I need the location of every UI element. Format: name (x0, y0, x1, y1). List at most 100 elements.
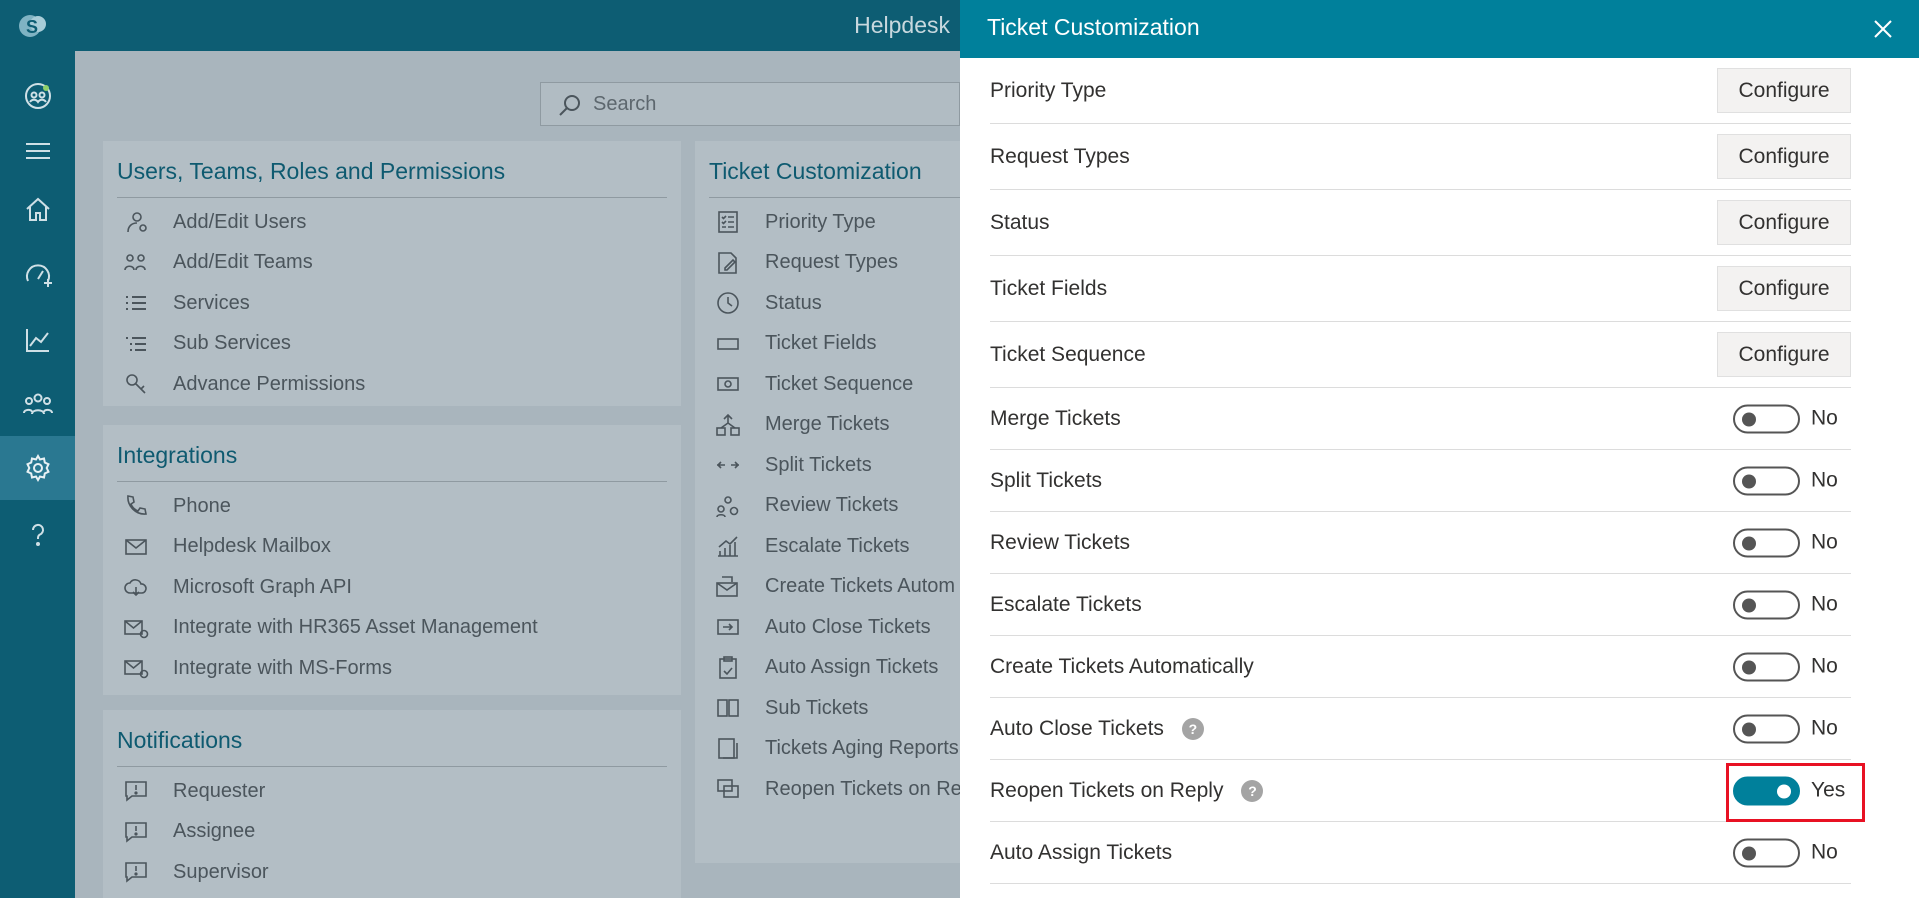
toggle-switch[interactable] (1733, 652, 1800, 681)
setting-row-ticket-sequence: Ticket Sequence Configure (990, 322, 1851, 388)
help-question-icon[interactable] (0, 503, 75, 567)
list-item[interactable]: Ticket Sequence (695, 364, 960, 405)
toggle-switch[interactable] (1733, 838, 1800, 867)
list-item[interactable]: Reopen Tickets on Re (695, 769, 960, 810)
setting-label: Auto Close Tickets? (990, 717, 1204, 741)
toggle-switch[interactable] (1733, 404, 1800, 433)
list-item[interactable]: Auto Assign Tickets (695, 648, 960, 689)
menu-hamburger-icon[interactable] (0, 119, 75, 183)
list-item[interactable]: Merge Tickets (695, 405, 960, 446)
setting-row-status: Status Configure (990, 190, 1851, 256)
list-item[interactable]: Supervisor (103, 852, 681, 893)
split-icon (716, 461, 740, 469)
section-integrations: Integrations Phone Helpdesk Mailbox Micr… (103, 425, 681, 695)
sublist-icon (126, 336, 146, 351)
toggle-knob (1742, 474, 1756, 488)
setting-label: Ticket Sequence (990, 342, 1146, 366)
divider (709, 197, 960, 198)
configure-button[interactable]: Configure (1717, 68, 1851, 113)
user-icon (127, 212, 147, 233)
toggle-knob (1742, 412, 1756, 426)
list-item[interactable]: Microsoft Graph API (103, 567, 681, 608)
list-item[interactable]: Ticket Fields (695, 324, 960, 365)
section-title: Users, Teams, Roles and Permissions (117, 158, 506, 184)
top-bar: Helpdesk (75, 0, 960, 51)
toggle-state-text: No (1811, 654, 1838, 678)
setting-label: Review Tickets (990, 530, 1131, 554)
exit-icon (717, 619, 739, 636)
configure-button[interactable]: Configure (1717, 266, 1851, 311)
toggle-switch[interactable] (1733, 466, 1800, 495)
list-item[interactable]: Escalate Tickets (695, 526, 960, 567)
setting-row-create-tickets-automatically: Create Tickets Automatically No (990, 636, 1851, 698)
toggle-control: No (1733, 404, 1851, 433)
mail-sync-icon (124, 619, 149, 639)
setting-label: Create Tickets Automatically (990, 654, 1254, 678)
chart-icon[interactable] (0, 308, 75, 372)
configure-button[interactable]: Configure (1717, 134, 1851, 179)
list-item[interactable]: Status (695, 283, 960, 324)
toggle-state-text: No (1811, 530, 1838, 554)
list-item[interactable]: Create Tickets Autom (695, 567, 960, 608)
search-input[interactable] (593, 91, 933, 117)
divider (117, 766, 667, 767)
list-item[interactable]: Add/Edit Users (103, 202, 681, 243)
list-item[interactable]: Split Tickets (695, 445, 960, 486)
section-title: Ticket Customization (709, 158, 922, 184)
list-item[interactable]: Request Types (695, 243, 960, 284)
list-item[interactable]: Helpdesk Mailbox (103, 527, 681, 568)
close-icon[interactable] (1869, 15, 1897, 43)
section-notifications: Notifications Requester Assignee Supervi… (103, 710, 681, 898)
list-item[interactable]: Integrate with HR365 Asset Management (103, 608, 681, 649)
toggle-switch[interactable] (1733, 714, 1800, 743)
search-box[interactable] (540, 82, 960, 126)
list-item[interactable]: Tickets Aging Reports (695, 729, 960, 770)
help-info-icon[interactable]: ? (1241, 779, 1264, 802)
toggle-knob (1742, 598, 1756, 612)
list-item[interactable]: Services (103, 283, 681, 324)
configure-button[interactable]: Configure (1717, 332, 1851, 377)
setting-row-review-tickets: Review Tickets No (990, 512, 1851, 574)
search-icon (559, 95, 580, 116)
list-item[interactable]: Integrate with MS-Forms (103, 648, 681, 689)
setting-label: Escalate Tickets (990, 592, 1142, 616)
toggle-state-text: No (1811, 592, 1838, 616)
teams-icon[interactable] (0, 372, 75, 436)
settings-overlay-background: Users, Teams, Roles and Permissions Add/… (75, 51, 960, 898)
list-item[interactable]: Review Tickets (695, 486, 960, 527)
gauge-add-icon[interactable] (0, 243, 75, 307)
merge-icon (716, 413, 740, 436)
field-icon (717, 337, 739, 350)
list-item[interactable]: Sub Services (103, 324, 681, 365)
clipboard-icon (719, 655, 737, 679)
cloud-icon (124, 579, 147, 597)
list-item[interactable]: Sub Tickets (695, 688, 960, 729)
mail-create-icon (716, 575, 738, 597)
list-item[interactable]: Advance Permissions (103, 364, 681, 405)
list-item[interactable]: Priority Type (695, 202, 960, 243)
toggle-switch[interactable] (1733, 528, 1800, 557)
setting-row-reopen-tickets-on-reply: Reopen Tickets on Reply? Yes (990, 760, 1865, 822)
help-info-icon[interactable]: ? (1181, 717, 1204, 740)
ticket-customization-panel: Ticket Customization Priority Type Confi… (960, 0, 1919, 898)
list-item[interactable]: Requester (103, 771, 681, 812)
setting-label: Split Tickets (990, 468, 1103, 492)
configure-button[interactable]: Configure (1717, 200, 1851, 245)
review-icon (716, 495, 739, 518)
team-icon (124, 253, 146, 270)
doc-icon (718, 737, 738, 759)
list-icon (126, 296, 146, 311)
list-item[interactable]: Assignee (103, 812, 681, 853)
setting-label: Ticket Fields (990, 276, 1108, 300)
list-item[interactable]: Add/Edit Teams (103, 243, 681, 284)
list-item[interactable]: Auto Close Tickets (695, 607, 960, 648)
home-icon[interactable] (0, 178, 75, 242)
phone-icon (127, 495, 147, 516)
setting-row-priority-type: Priority Type Configure (990, 58, 1851, 124)
list-item[interactable]: Phone (103, 486, 681, 527)
toggle-switch[interactable] (1733, 590, 1800, 619)
toggle-control: No (1733, 590, 1851, 619)
setting-row-split-tickets: Split Tickets No (990, 450, 1851, 512)
setting-label: Auto Assign Tickets (990, 840, 1173, 864)
settings-gear-icon[interactable] (0, 436, 75, 500)
